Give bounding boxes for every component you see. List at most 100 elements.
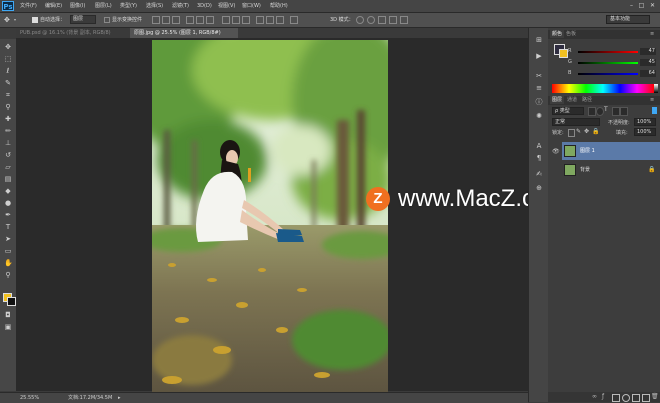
actions-icon[interactable]: ▶ [535,52,543,60]
pen-tool-icon[interactable]: ✒ [4,211,12,219]
lasso-tool-icon[interactable]: ℓ [4,67,12,75]
tab-paths[interactable]: 路径 [580,96,594,104]
layer-row-background[interactable]: 背景 🔒 [562,161,660,179]
brush-presets-icon[interactable]: ✍ [535,170,543,178]
workspace-dropdown[interactable]: 基本功能 [606,15,650,24]
menu-edit[interactable]: 编辑(E) [45,2,62,10]
roll-3d-icon[interactable] [367,16,375,24]
brush-tool-icon[interactable]: ✏ [4,127,12,135]
lock-pixels-icon[interactable]: ✎ [576,128,581,135]
align-center-icon[interactable] [196,16,204,24]
layer-mask-icon[interactable] [612,394,620,402]
hand-tool-icon[interactable]: ✋ [4,259,13,267]
auto-select-dropdown[interactable]: 图层 [70,15,96,24]
lock-transparent-icon[interactable] [568,129,575,137]
background-color-swatch[interactable] [7,297,16,306]
distribute-top-icon[interactable] [222,16,230,24]
tab-channels[interactable]: 通道 [565,96,579,104]
layer-style-icon[interactable]: ƒ [602,393,604,400]
slider-r-value[interactable]: 47 [640,48,656,55]
lock-all-icon[interactable]: 🔒 [592,128,599,135]
align-left-icon[interactable] [186,16,194,24]
color-spectrum-bar[interactable] [552,84,654,93]
slider-g-track[interactable] [578,62,638,64]
tab-color[interactable]: 颜色 [550,30,565,38]
eye-icon[interactable]: 👁 [552,148,560,155]
history-icon[interactable]: ⊞ [535,36,543,44]
filter-smart-object-icon[interactable] [620,107,628,116]
quick-mask-icon[interactable]: ◘ [4,311,12,319]
distribute-middle-icon[interactable] [232,16,240,24]
eraser-tool-icon[interactable]: ▱ [4,163,12,171]
type-tool-icon[interactable]: T [4,223,12,231]
background-color-swatch[interactable] [559,49,568,58]
menu-select[interactable]: 选择(S) [146,2,163,10]
drag-3d-icon[interactable] [378,16,386,24]
panel-menu-icon[interactable]: ≡ [650,30,654,38]
tab-layers[interactable]: 图层 [550,96,565,104]
filter-pixel-icon[interactable] [588,107,596,116]
zoom-level[interactable]: 25.55% [20,394,39,402]
new-layer-icon[interactable] [642,394,650,402]
scale-3d-icon[interactable] [400,16,408,24]
rotate-3d-icon[interactable] [356,16,364,24]
path-select-tool-icon[interactable]: ➤ [4,235,12,243]
minimize-button[interactable]: – [627,2,636,10]
tab-original-jpg[interactable]: 原图.jpg @ 25.5% (图层 1, RGB/8#) [130,28,238,38]
slider-b-track[interactable] [578,73,638,75]
close-button[interactable]: ✕ [648,2,657,10]
clone-stamp-tool-icon[interactable]: ⊥ [4,139,12,147]
link-layers-icon[interactable]: ∞ [592,393,597,400]
navigator-icon[interactable]: ✺ [535,112,543,120]
align-top-icon[interactable] [152,16,160,24]
filter-type-icon[interactable]: T [604,106,608,113]
distribute-center-icon[interactable] [266,16,274,24]
crop-tool-icon[interactable]: ⌗ [4,91,12,99]
healing-brush-tool-icon[interactable]: ✚ [4,115,12,123]
tab-swatches[interactable]: 色板 [564,30,578,38]
eyedropper-tool-icon[interactable]: ⚲ [4,103,12,111]
color-spectrum-bw[interactable] [654,84,658,93]
align-right-icon[interactable] [206,16,214,24]
info-icon[interactable]: ⓘ [535,98,543,106]
auto-align-icon[interactable] [290,16,298,24]
fill-input[interactable]: 100% [634,128,656,136]
clone-source-icon[interactable]: ⊕ [535,184,543,192]
menu-help[interactable]: 帮助(H) [270,2,288,10]
filter-shape-icon[interactable] [612,107,620,116]
opacity-input[interactable]: 100% [634,118,656,126]
slide-3d-icon[interactable] [389,16,397,24]
new-group-icon[interactable] [632,394,640,402]
shape-tool-icon[interactable]: ▭ [4,247,12,255]
move-tool-icon[interactable]: ✥ [4,43,12,51]
slider-g-value[interactable]: 45 [640,59,656,66]
gradient-tool-icon[interactable]: ▤ [4,175,12,183]
layer-row-layer1[interactable]: 图层 1 [562,142,660,160]
blur-tool-icon[interactable]: ◆ [4,187,12,195]
slider-r-track[interactable] [578,51,638,53]
marquee-tool-icon[interactable]: ⬚ [4,55,12,63]
screen-mode-icon[interactable]: ▣ [4,323,12,331]
layer-filter-dropdown[interactable]: ρ 类型 [552,107,584,115]
distribute-left-icon[interactable] [256,16,264,24]
dodge-tool-icon[interactable]: ● [4,199,12,207]
slider-b-value[interactable]: 64 [640,70,656,77]
menu-image[interactable]: 图像(I) [70,2,85,10]
align-middle-icon[interactable] [162,16,170,24]
distribute-right-icon[interactable] [276,16,284,24]
properties-icon[interactable]: ≡ [535,84,543,92]
move-tool-icon[interactable]: ✥ [4,16,10,24]
chevron-down-icon[interactable]: ▾ [14,17,16,22]
blend-mode-dropdown[interactable]: 正常 [552,118,600,126]
menu-type[interactable]: 类型(Y) [120,2,137,10]
menu-file[interactable]: 文件(F) [20,2,37,10]
character-icon[interactable]: A [535,142,543,150]
zoom-tool-icon[interactable]: ⚲ [4,271,12,279]
show-transform-checkbox[interactable] [104,17,110,23]
align-bottom-icon[interactable] [172,16,180,24]
auto-select-checkbox[interactable] [32,17,38,23]
paragraph-icon[interactable]: ¶ [535,154,543,162]
menu-3d[interactable]: 3D(D) [197,2,212,10]
distribute-bottom-icon[interactable] [242,16,250,24]
status-menu-arrow-icon[interactable]: ▸ [118,394,121,402]
